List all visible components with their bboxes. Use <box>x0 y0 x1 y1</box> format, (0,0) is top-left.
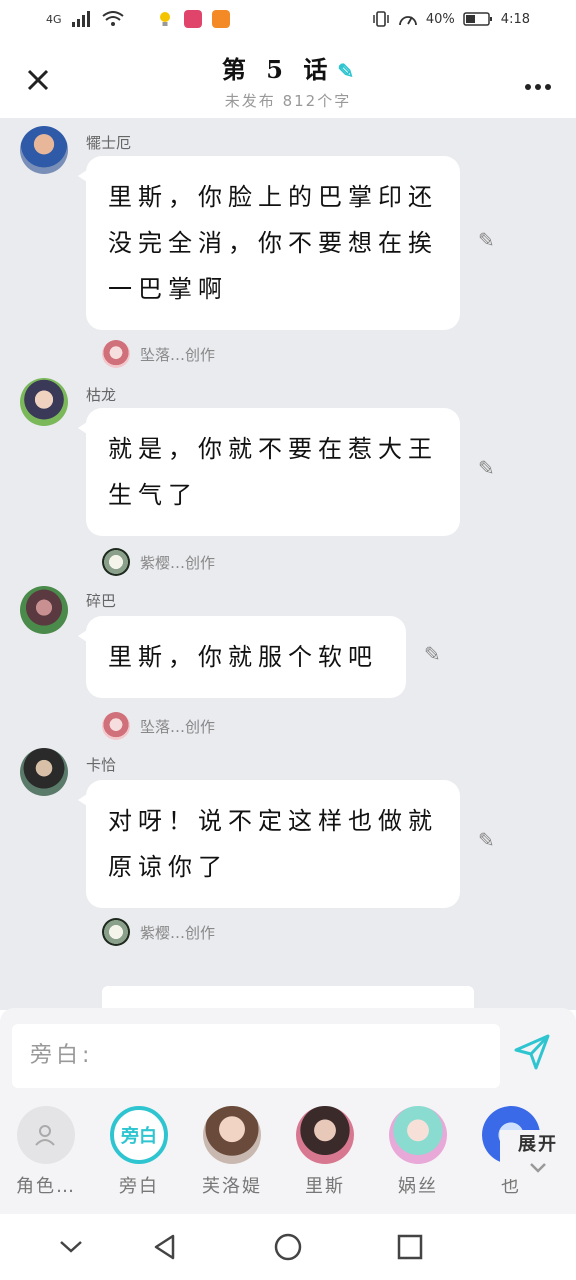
send-button[interactable] <box>512 1032 558 1078</box>
character-label: 娲丝 <box>398 1176 438 1197</box>
page-subtitle: 未发布 812个字 <box>224 92 352 110</box>
creator-avatar <box>102 548 130 576</box>
creator-tag: 坠落…创作 <box>102 712 215 740</box>
network-type: 4G <box>46 12 62 26</box>
status-bar: 4G 40% 4:18 <box>0 0 576 42</box>
system-nav-bar <box>0 1214 576 1280</box>
creator-avatar <box>102 918 130 946</box>
clock: 4:18 <box>500 11 530 27</box>
battery-icon <box>463 12 492 26</box>
game-app-icon <box>183 10 202 28</box>
expand-label: 展开 <box>518 1134 558 1155</box>
avatar[interactable] <box>20 586 68 634</box>
composer: 旁白: <box>0 1008 576 1100</box>
wifi-icon <box>101 11 124 26</box>
expand-button[interactable]: 展开 <box>500 1130 576 1179</box>
status-left: 4G <box>46 10 230 28</box>
recents-square-icon <box>397 1234 423 1260</box>
speaker-name: 犤士厄 <box>86 134 132 152</box>
creator-tag: 紫樱…创作 <box>102 918 215 946</box>
edit-message-icon[interactable]: ✎ <box>478 228 495 252</box>
character-lisi[interactable]: 里斯 <box>285 1106 365 1198</box>
avatar <box>203 1106 261 1164</box>
more-options-button[interactable] <box>524 68 552 98</box>
edit-message-icon[interactable]: ✎ <box>478 828 495 852</box>
character-label: 角色… <box>16 1176 76 1197</box>
avatar[interactable] <box>20 126 68 174</box>
character-bar: 角色… 旁白 旁白 芙洛媞 里斯 娲丝 也 展开 <box>0 1100 576 1214</box>
header: 第 5 话 ✎ 未发布 812个字 <box>0 42 576 118</box>
title-text: 第 5 话 <box>221 55 334 84</box>
more-icon <box>525 84 551 90</box>
character-label: 芙洛媞 <box>202 1176 262 1197</box>
edit-title-icon[interactable]: ✎ <box>337 59 354 83</box>
message-bubble[interactable]: 里斯，你脸上的巴掌印还没完全消，你不要想在挨一巴掌啊 <box>78 156 460 330</box>
creator-avatar <box>102 712 130 740</box>
page-title[interactable]: 第 5 话 ✎ <box>0 50 576 85</box>
vibrate-icon <box>373 11 389 27</box>
character-fuluoti[interactable]: 芙洛媞 <box>192 1106 272 1198</box>
character-label: 旁白 <box>119 1176 159 1197</box>
message-bubble[interactable]: 就是，你就不要在惹大王生气了 <box>78 408 460 536</box>
status-right: 40% 4:18 <box>372 10 530 28</box>
back-button[interactable] <box>148 1230 182 1264</box>
battery-percent: 40% <box>425 11 455 27</box>
video-app-icon <box>211 10 230 28</box>
speed-icon <box>398 16 417 26</box>
creator-label: 坠落…创作 <box>140 717 216 736</box>
avatar <box>296 1106 354 1164</box>
avatar <box>389 1106 447 1164</box>
creator-tag: 坠落…创作 <box>102 340 215 368</box>
partial-message-card <box>102 986 474 1010</box>
message-bubble[interactable]: 里斯，你就服个软吧 <box>78 616 406 698</box>
character-label: 里斯 <box>305 1176 345 1197</box>
chat-area[interactable]: 犤士厄 里斯，你脸上的巴掌印还没完全消，你不要想在挨一巴掌啊 ✎ 坠落…创作 枯… <box>0 118 576 1010</box>
message-bubble[interactable]: 对呀！说不定这样也做就原谅你了 <box>78 780 460 908</box>
creator-avatar <box>102 340 130 368</box>
speaker-name: 枯龙 <box>86 386 117 404</box>
chevron-down-icon <box>500 1158 576 1179</box>
edit-message-icon[interactable]: ✎ <box>424 642 441 666</box>
chevron-down-icon <box>60 1241 82 1253</box>
home-button[interactable] <box>271 1230 305 1264</box>
send-icon <box>514 1034 550 1070</box>
avatar[interactable] <box>20 378 68 426</box>
character-narrator[interactable]: 旁白 旁白 <box>99 1106 179 1198</box>
recents-button[interactable] <box>393 1230 427 1264</box>
creator-tag: 紫樱…创作 <box>102 548 215 576</box>
narrator-icon: 旁白 <box>110 1106 168 1164</box>
creator-label: 紫樱…创作 <box>140 923 216 942</box>
character-add[interactable]: 角色… <box>6 1106 86 1198</box>
edit-message-icon[interactable]: ✎ <box>478 456 495 480</box>
home-circle-icon <box>274 1233 302 1261</box>
bulb-icon <box>159 12 170 26</box>
creator-label: 坠落…创作 <box>140 345 216 364</box>
character-wasi[interactable]: 娲丝 <box>378 1106 458 1198</box>
speaker-name: 卡恰 <box>86 756 117 774</box>
speaker-name: 碎巴 <box>86 592 117 610</box>
signal-icon <box>71 11 90 27</box>
add-character-icon <box>17 1106 75 1164</box>
creator-label: 紫樱…创作 <box>140 553 216 572</box>
narration-input[interactable]: 旁白: <box>12 1024 500 1088</box>
hide-keyboard-button[interactable] <box>54 1230 88 1264</box>
avatar[interactable] <box>20 748 68 796</box>
back-triangle-icon <box>154 1234 175 1260</box>
